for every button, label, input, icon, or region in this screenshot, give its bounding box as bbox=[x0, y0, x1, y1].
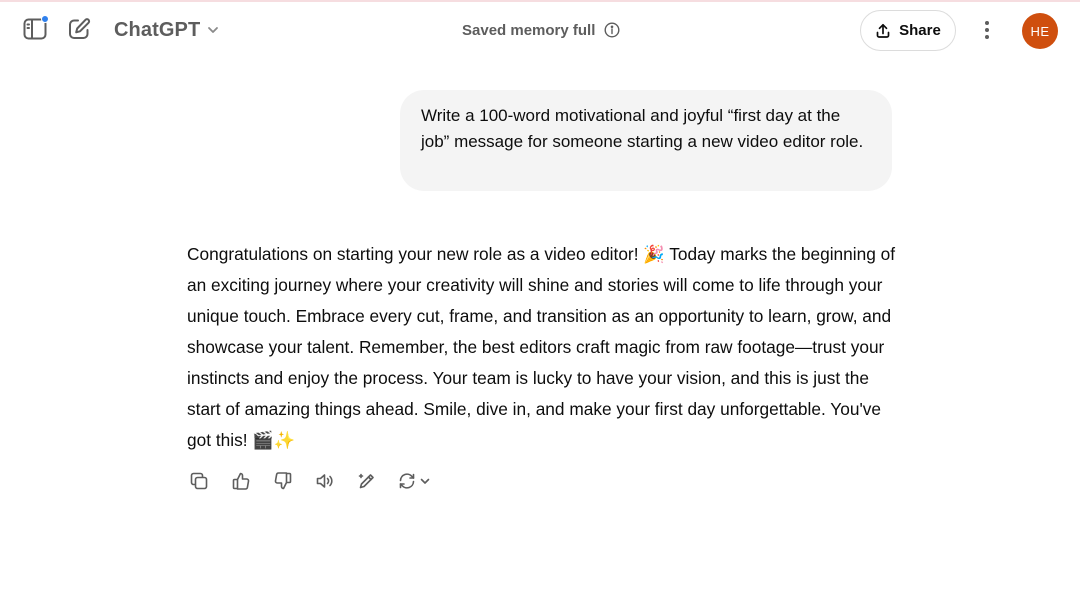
assistant-message: Congratulations on starting your new rol… bbox=[187, 239, 899, 456]
bad-response-button[interactable] bbox=[271, 469, 295, 493]
message-actions bbox=[187, 469, 451, 493]
thumbs-down-icon bbox=[273, 471, 293, 491]
assistant-message-text: Congratulations on starting your new rol… bbox=[187, 244, 896, 450]
good-response-button[interactable] bbox=[229, 469, 253, 493]
model-name: ChatGPT bbox=[114, 18, 201, 41]
memory-status-text: Saved memory full bbox=[462, 21, 596, 39]
memory-status: Saved memory full bbox=[462, 19, 620, 41]
share-icon bbox=[875, 23, 891, 39]
info-icon[interactable] bbox=[604, 22, 620, 38]
chevron-down-icon bbox=[206, 23, 220, 37]
edit-canvas-icon bbox=[357, 471, 377, 491]
user-message-bubble: Write a 100-word motivational and joyful… bbox=[400, 90, 892, 191]
more-options-button[interactable] bbox=[974, 16, 1000, 44]
sidebar-icon bbox=[22, 15, 49, 42]
new-chat-icon bbox=[67, 17, 91, 41]
new-chat-button[interactable] bbox=[66, 16, 92, 42]
read-aloud-button[interactable] bbox=[313, 469, 337, 493]
avatar[interactable]: HE bbox=[1022, 13, 1058, 49]
copy-icon bbox=[189, 471, 209, 491]
share-button[interactable]: Share bbox=[860, 10, 956, 51]
edit-in-canvas-button[interactable] bbox=[355, 469, 379, 493]
sidebar-toggle-button[interactable] bbox=[22, 15, 49, 42]
thumbs-up-icon bbox=[231, 471, 251, 491]
copy-button[interactable] bbox=[187, 469, 211, 493]
chevron-down-icon bbox=[419, 475, 431, 487]
top-bar: ChatGPT Saved memory full Share HE bbox=[0, 2, 1080, 58]
more-vertical-icon bbox=[984, 20, 990, 40]
read-aloud-icon bbox=[315, 471, 335, 491]
user-message-text: Write a 100-word motivational and joyful… bbox=[421, 106, 864, 151]
share-label: Share bbox=[899, 22, 941, 39]
regenerate-button[interactable] bbox=[397, 469, 433, 493]
regenerate-icon bbox=[397, 471, 417, 491]
notification-dot bbox=[41, 15, 49, 23]
model-selector[interactable]: ChatGPT bbox=[114, 16, 220, 44]
